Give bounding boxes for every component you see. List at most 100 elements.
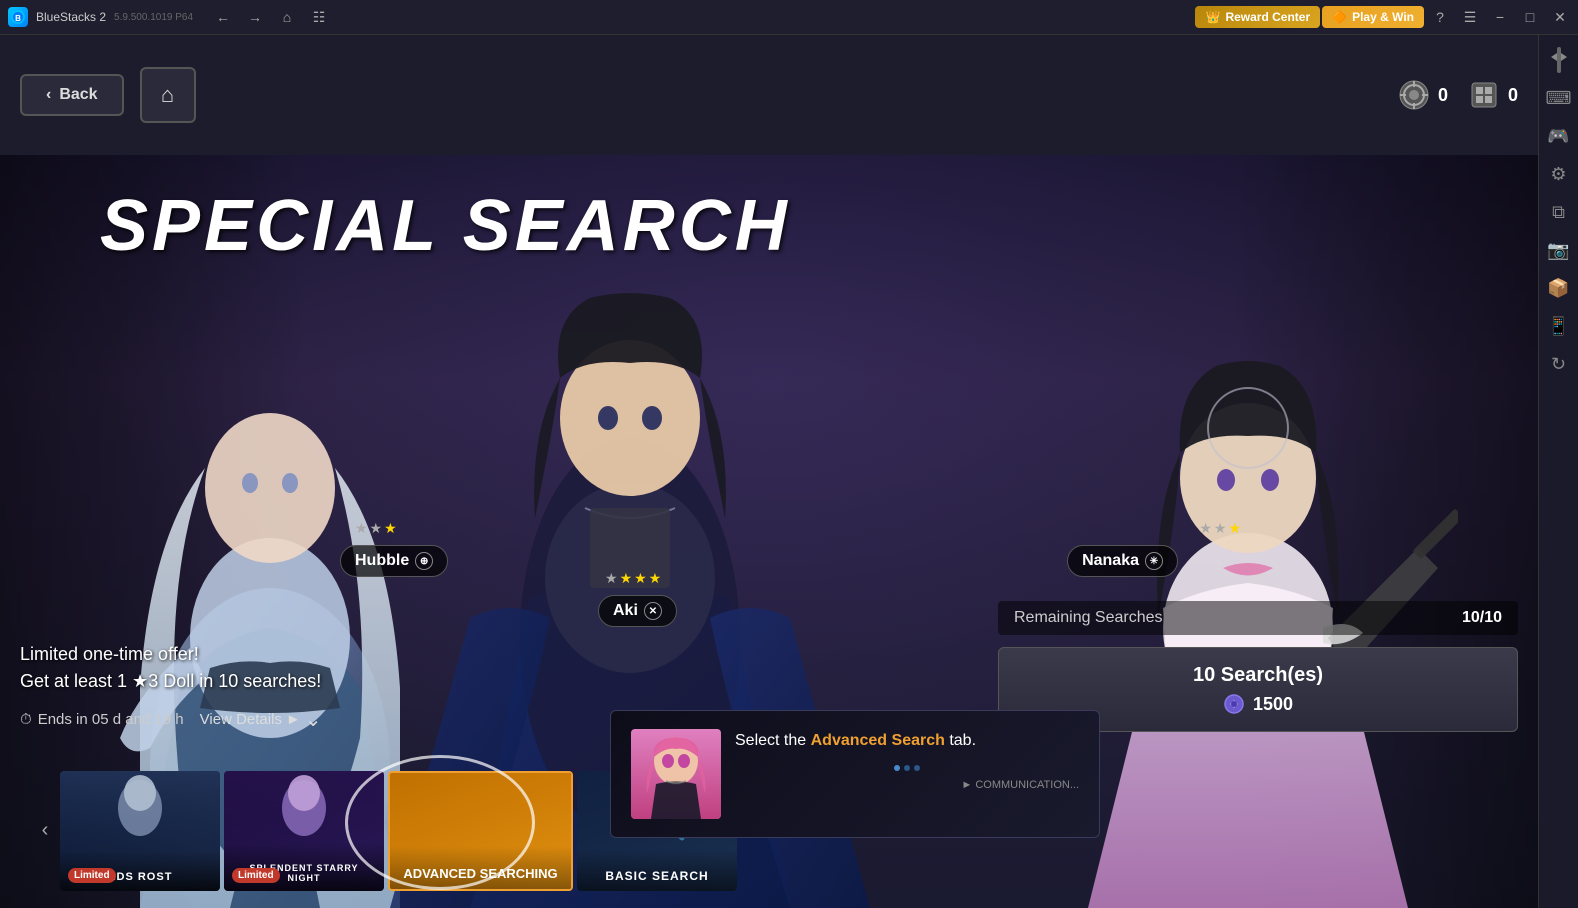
back-button[interactable]: ‹ Back xyxy=(20,74,124,116)
currency2-display: 0 xyxy=(1468,79,1518,111)
view-details-button[interactable]: View Details ► ⌄ xyxy=(200,707,322,732)
tab-frost-art xyxy=(60,771,220,855)
search-cost-icon xyxy=(1223,693,1245,715)
title-bar: B BlueStacks 2 5.9.500.1019 P64 ← → ⌂ ☷ … xyxy=(0,0,1578,35)
hubble-icon: ⊕ xyxy=(415,552,433,570)
back-label: Back xyxy=(59,86,97,104)
tab-advanced-label: ADVANCED SEARCHING xyxy=(390,846,571,889)
tutorial-text-before: Select the xyxy=(735,732,811,749)
hubble-name-tag: Hubble ⊕ xyxy=(340,545,448,577)
sidebar-tool-keyboard[interactable]: ⌨ xyxy=(1542,81,1576,115)
tab-starry-label: SPLENDENT STARRY NIGHT xyxy=(224,843,384,891)
currency2-value: 0 xyxy=(1508,85,1518,106)
view-details-chevron-icon: ⌄ xyxy=(305,707,322,732)
tab-basic-label: BASIC SEARCH xyxy=(577,849,737,891)
side-toolbar: ⌨ 🎮 ⚙ ⧉ 📷 📦 📱 ↻ xyxy=(1538,35,1578,908)
prev-tab-button[interactable]: ‹ xyxy=(30,791,60,871)
view-details-arrow-icon: ► xyxy=(286,711,301,728)
app-version-text: 5.9.500.1019 P64 xyxy=(114,12,193,23)
home-button[interactable]: ⌂ xyxy=(140,67,196,123)
tutorial-dialog[interactable]: Select the Advanced Search tab. ► COMMUN… xyxy=(610,710,1100,838)
reward-center-icon: 👑 xyxy=(1205,10,1220,24)
remaining-searches-display: Remaining Searches 10/10 xyxy=(998,601,1518,635)
sidebar-tool-gamepad[interactable]: 🎮 xyxy=(1542,119,1576,153)
tutorial-indicators xyxy=(735,765,1079,771)
reward-center-label: Reward Center xyxy=(1225,10,1310,24)
sidebar-resize-handle[interactable] xyxy=(1542,43,1576,77)
main-content: ‹ Back ⌂ 0 xyxy=(0,35,1538,908)
aki-name: Aki xyxy=(613,602,638,620)
nav-forward-btn[interactable]: → xyxy=(245,7,265,27)
hubble-stars: ★★★ xyxy=(355,520,399,537)
tutorial-highlight-text: Advanced Search xyxy=(811,732,945,749)
indicator-dot-1 xyxy=(894,765,900,771)
aki-icon: ✕ xyxy=(644,602,662,620)
nanaka-icon: ✳ xyxy=(1145,552,1163,570)
tab-starry-night[interactable]: SPLENDENT STARRY NIGHT Limited xyxy=(224,771,384,891)
currency1-display: 0 xyxy=(1398,79,1448,111)
frost-char-icon xyxy=(100,773,180,853)
tutorial-character-art xyxy=(631,729,721,819)
tab-advanced-searching[interactable]: ADVANCED SEARCHING xyxy=(388,771,573,891)
sidebar-tool-package[interactable]: 📦 xyxy=(1542,271,1576,305)
view-details-label: View Details xyxy=(200,711,282,728)
starry-char-icon xyxy=(264,773,344,853)
search-button-label: 10 Search(es) xyxy=(1193,664,1323,686)
search-count-value: 10/10 xyxy=(1462,609,1502,627)
sidebar-tool-settings[interactable]: ⚙ xyxy=(1542,157,1576,191)
tutorial-text-after: tab. xyxy=(945,732,976,749)
nanaka-stars: ★★★ xyxy=(1199,520,1243,537)
nanaka-name: Nanaka xyxy=(1082,552,1139,570)
top-navigation: ‹ Back ⌂ 0 xyxy=(0,35,1538,155)
tutorial-content: Select the Advanced Search tab. ► COMMUN… xyxy=(735,729,1079,791)
tutorial-message: Select the Advanced Search tab. xyxy=(735,729,1079,753)
aki-name-tag: Aki ✕ xyxy=(598,595,677,627)
nav-home-btn[interactable]: ⌂ xyxy=(277,7,297,27)
top-nav-currencies: 0 0 xyxy=(1398,79,1518,111)
sidebar-tool-layers[interactable]: ⧉ xyxy=(1542,195,1576,229)
sidebar-tool-app[interactable]: 📱 xyxy=(1542,309,1576,343)
nav-back-btn[interactable]: ← xyxy=(213,7,233,27)
app-title-text: BlueStacks 2 xyxy=(36,10,106,24)
timer-value: Ends in 05 d and 19 h xyxy=(38,711,184,728)
reward-center-button[interactable]: 👑 Reward Center xyxy=(1195,6,1320,28)
timer-icon: ⏱ xyxy=(20,711,32,728)
game-area: SPECIAL SEARCH xyxy=(0,155,1538,908)
app-icon: B xyxy=(8,7,28,27)
help-button[interactable]: ? xyxy=(1426,3,1454,31)
currency1-icon xyxy=(1398,79,1430,111)
nav-controls: ← → ⌂ ☷ xyxy=(201,7,341,27)
tab-frost[interactable]: RDS ROST Limited xyxy=(60,771,220,891)
indicator-dot-3 xyxy=(914,765,920,771)
search-cost-value: 1500 xyxy=(1253,694,1293,715)
menu-button[interactable]: ☰ xyxy=(1456,3,1484,31)
play-win-button[interactable]: 🔶 Play & Win xyxy=(1322,6,1424,28)
title-bar-left: B BlueStacks 2 5.9.500.1019 P64 ← → ⌂ ☷ xyxy=(0,7,1195,27)
indicator-dot-2 xyxy=(904,765,910,771)
nav-tabs-btn[interactable]: ☷ xyxy=(309,7,329,27)
aki-stars: ★★★★ xyxy=(605,570,663,587)
hubble-name: Hubble xyxy=(355,552,409,570)
maximize-button[interactable]: □ xyxy=(1516,3,1544,31)
resize-icon xyxy=(1551,45,1567,75)
currency2-icon xyxy=(1468,79,1500,111)
back-chevron-icon: ‹ xyxy=(46,86,51,104)
timer-text: ⏱ Ends in 05 d and 19 h xyxy=(20,711,184,728)
remaining-searches-label: Remaining Searches xyxy=(1014,609,1163,627)
play-win-label: Play & Win xyxy=(1352,10,1414,24)
limited-offer-text: Limited one-time offer! Get at least 1 ★… xyxy=(20,641,880,695)
tab-frost-badge: Limited xyxy=(68,868,116,883)
svg-text:B: B xyxy=(15,14,21,23)
title-bar-right: 👑 Reward Center 🔶 Play & Win ? ☰ − □ ✕ xyxy=(1195,3,1578,31)
nanaka-name-tag: Nanaka ✳ xyxy=(1067,545,1178,577)
currency1-value: 0 xyxy=(1438,85,1448,106)
home-icon: ⌂ xyxy=(161,82,174,108)
minimize-button[interactable]: − xyxy=(1486,3,1514,31)
limited-offer-line1: Limited one-time offer! xyxy=(20,644,199,664)
sidebar-tool-sync[interactable]: ↻ xyxy=(1542,347,1576,381)
tutorial-source-label: ► COMMUNICATION... xyxy=(735,779,1079,791)
sidebar-tool-camera[interactable]: 📷 xyxy=(1542,233,1576,267)
tab-starry-badge: Limited xyxy=(232,868,280,883)
limited-offer-line2: Get at least 1 ★3 Doll in 10 searches! xyxy=(20,671,321,691)
close-button[interactable]: ✕ xyxy=(1546,3,1574,31)
